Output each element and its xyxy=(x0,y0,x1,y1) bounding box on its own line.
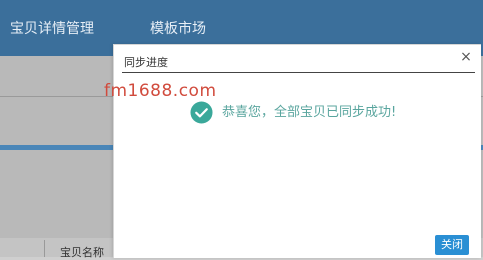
dialog-title-divider xyxy=(122,72,475,73)
close-button[interactable]: 关闭 xyxy=(435,235,469,255)
watermark-text: fm1688.com xyxy=(104,81,217,101)
success-message: 恭喜您，全部宝贝已同步成功! xyxy=(222,105,397,120)
dialog-title: 同步进度 xyxy=(124,56,168,69)
close-icon[interactable]: × xyxy=(459,50,473,64)
table-column-divider xyxy=(44,240,45,257)
nav-item-product-details[interactable]: 宝贝详情管理 xyxy=(10,18,94,38)
sync-progress-dialog: 同步进度 × fm1688.com 恭喜您，全部宝贝已同步成功! 关闭 xyxy=(104,44,481,258)
check-circle-icon xyxy=(190,101,213,124)
nav-item-template-market[interactable]: 模板市场 xyxy=(150,18,206,38)
table-column-product-name: 宝贝名称 xyxy=(60,246,104,259)
